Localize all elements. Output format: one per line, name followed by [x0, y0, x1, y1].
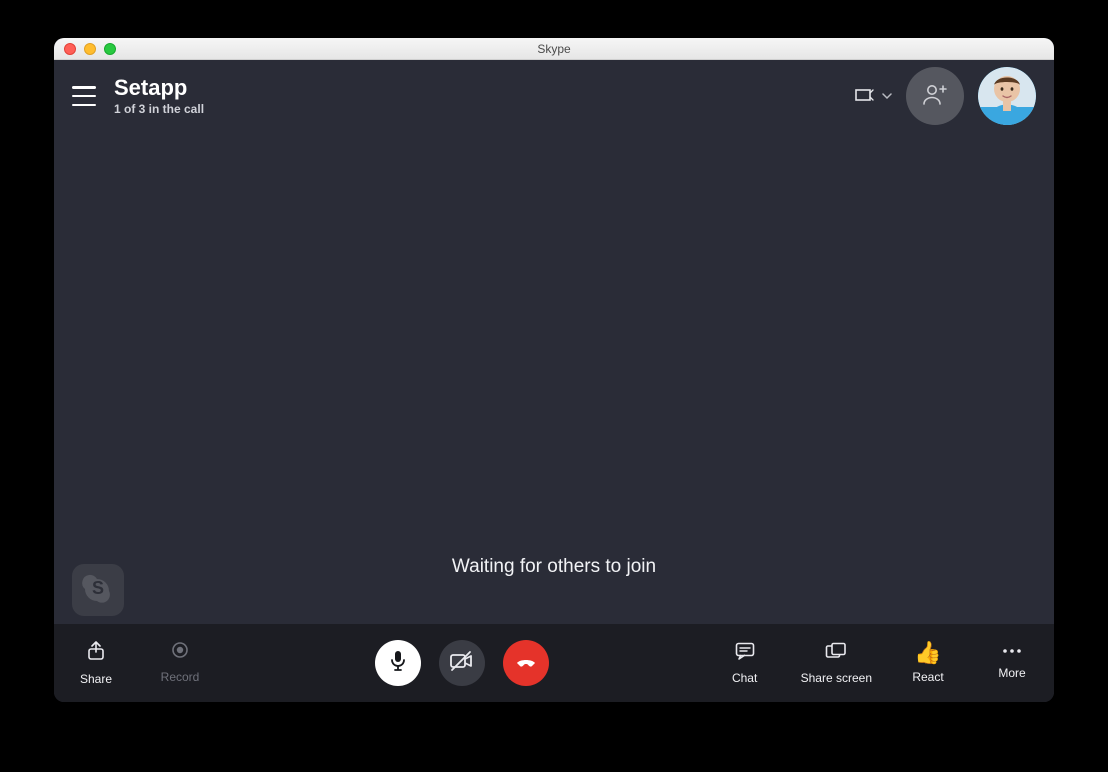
react-label: React: [912, 670, 943, 684]
call-title: Setapp: [114, 76, 204, 100]
thumbs-up-icon: 👍: [914, 642, 941, 664]
chat-label: Chat: [732, 671, 757, 685]
record-icon: [171, 641, 189, 664]
crop-icon: [854, 87, 876, 105]
close-window-button[interactable]: [64, 43, 76, 55]
waiting-message: Waiting for others to join: [54, 556, 1054, 578]
self-preview-placeholder[interactable]: S: [72, 564, 124, 616]
window-title: Skype: [537, 42, 570, 56]
window-titlebar: Skype: [54, 38, 1054, 60]
more-icon: [1001, 642, 1023, 660]
share-button[interactable]: Share: [68, 641, 124, 686]
camera-off-icon: [449, 650, 475, 677]
end-call-button[interactable]: [503, 640, 549, 686]
more-label: More: [998, 666, 1025, 680]
record-button[interactable]: Record: [152, 641, 208, 684]
menu-button[interactable]: [72, 86, 96, 106]
chat-icon: [735, 642, 755, 665]
camera-button[interactable]: [439, 640, 485, 686]
share-screen-button[interactable]: Share screen: [801, 642, 872, 685]
more-button[interactable]: More: [984, 642, 1040, 680]
react-button[interactable]: 👍 React: [900, 642, 956, 684]
microphone-button[interactable]: [375, 640, 421, 686]
call-participant-count: 1 of 3 in the call: [114, 102, 204, 116]
share-icon: [87, 641, 105, 666]
share-label: Share: [80, 672, 112, 686]
add-person-icon: [921, 81, 949, 112]
call-header: Setapp 1 of 3 in the call: [54, 60, 1054, 132]
chevron-down-icon: [882, 91, 892, 101]
window-traffic-lights: [64, 43, 116, 55]
chat-button[interactable]: Chat: [717, 642, 773, 685]
minimize-window-button[interactable]: [84, 43, 96, 55]
hangup-icon: [513, 648, 539, 679]
user-avatar[interactable]: [978, 67, 1036, 125]
call-controls-bar: Share Record: [54, 624, 1054, 702]
add-participant-button[interactable]: [906, 67, 964, 125]
microphone-icon: [388, 649, 408, 678]
record-label: Record: [161, 670, 200, 684]
view-mode-button[interactable]: [854, 87, 892, 105]
call-stage: Waiting for others to join S: [54, 132, 1054, 624]
share-screen-label: Share screen: [801, 671, 872, 685]
share-screen-icon: [825, 642, 847, 665]
call-title-block: Setapp 1 of 3 in the call: [114, 76, 204, 116]
skype-icon: S: [81, 571, 115, 610]
fullscreen-window-button[interactable]: [104, 43, 116, 55]
svg-text:S: S: [92, 578, 104, 598]
skype-call-window: Skype Setapp 1 of 3 in the call: [54, 38, 1054, 702]
